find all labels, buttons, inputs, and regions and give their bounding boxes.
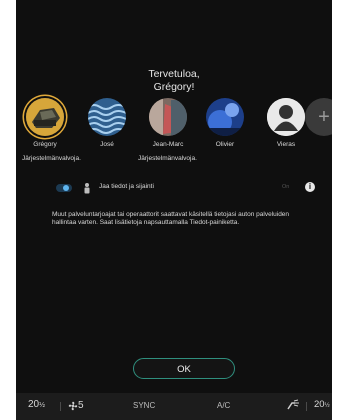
profile-name-olivier: Olivier	[215, 141, 235, 148]
welcome-user-name: Grégory!	[153, 81, 195, 93]
profile-role-gregory: Järjestelmänvalvoja.	[22, 155, 81, 162]
temp-right-unit: ½	[324, 403, 330, 409]
share-data-row: Jaa tiedot ja sijainti On i	[16, 181, 332, 197]
temp-left-unit: ½	[39, 402, 45, 409]
profile-avatar-olivier[interactable]	[206, 98, 244, 136]
profile-avatar-gregory[interactable]	[26, 98, 64, 136]
share-state-label: On	[282, 184, 290, 190]
photo-avatar-icon	[149, 98, 187, 136]
seat-airflow-button[interactable]	[286, 399, 300, 413]
profile-avatar-jose[interactable]	[88, 98, 126, 136]
temp-right[interactable]: 20½	[314, 399, 330, 410]
share-data-label: Jaa tiedot ja sijainti	[99, 183, 154, 190]
temp-right-value: 20	[314, 399, 325, 410]
profile-list: + Grégory José Jean-Marc Olivier Vieras …	[16, 98, 332, 178]
wave-pattern-avatar-icon	[88, 98, 126, 136]
divider	[60, 402, 61, 411]
temp-left[interactable]: 20½	[28, 399, 45, 410]
plus-icon: +	[318, 106, 330, 128]
sync-button[interactable]: SYNC	[133, 401, 155, 410]
toggle-knob	[63, 185, 69, 191]
climate-bar: 20½ 5 SYNC A/C 20½	[16, 393, 332, 420]
ok-button[interactable]: OK	[133, 358, 235, 379]
main-screen: Tervetuloa, Grégory! + Grégory José Jean…	[16, 0, 332, 420]
profile-role-jean-marc: Järjestelmänvalvoja.	[138, 155, 197, 162]
fan-icon	[68, 401, 78, 411]
share-data-toggle[interactable]	[56, 184, 72, 192]
profile-avatar-jean-marc[interactable]	[149, 98, 187, 136]
fan-level: 5	[78, 400, 84, 411]
ac-button[interactable]: A/C	[217, 401, 230, 410]
profile-name-jose: José	[100, 141, 114, 148]
blue-photo-avatar-icon	[206, 98, 244, 136]
profile-avatar-guest[interactable]	[267, 98, 305, 136]
welcome-message: Tervetuloa, Grégory!	[16, 68, 332, 94]
add-profile-button[interactable]: +	[305, 98, 332, 136]
profile-name-jean-marc: Jean-Marc	[152, 141, 184, 148]
temp-left-value: 20	[28, 399, 40, 410]
fan-speed[interactable]: 5	[68, 400, 84, 411]
profile-name-guest: Vieras	[276, 141, 296, 148]
car-trunk-avatar-icon	[26, 98, 64, 136]
profile-name-gregory: Grégory	[33, 141, 57, 148]
divider	[306, 402, 307, 411]
info-icon[interactable]: i	[305, 182, 315, 192]
airflow-seat-icon	[287, 399, 299, 410]
welcome-line-1: Tervetuloa,	[148, 68, 200, 80]
person-location-icon	[84, 183, 90, 194]
privacy-disclaimer: Muut palveluntarjoajat tai operaattorit …	[52, 211, 290, 227]
guest-person-icon	[267, 98, 305, 136]
